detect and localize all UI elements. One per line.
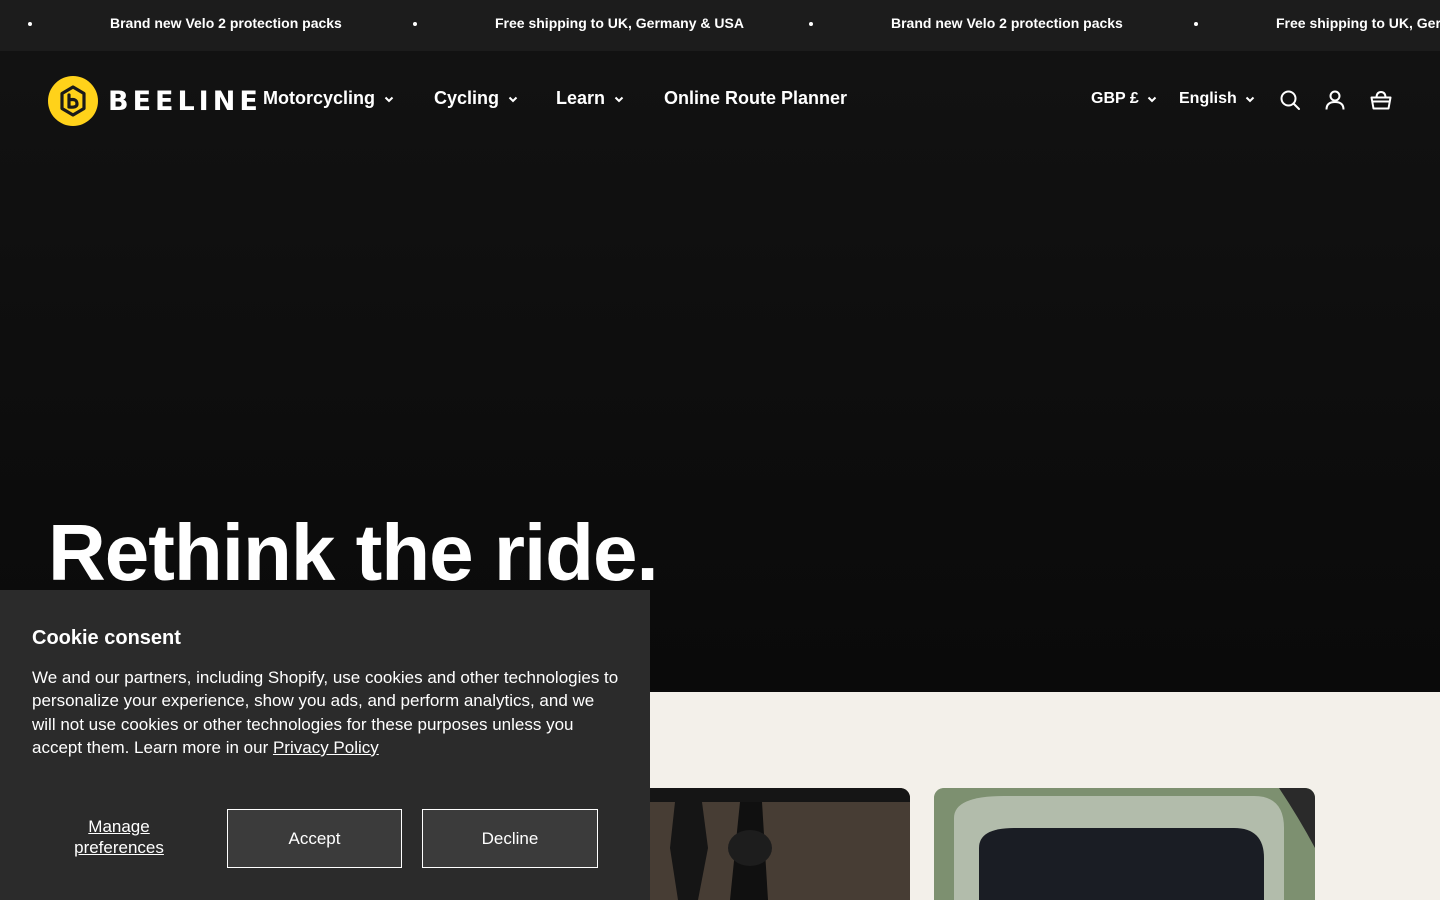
site-header: BEELINE Motorcycling Cycling Learn Onlin… bbox=[0, 51, 1440, 149]
nav-learn[interactable]: Learn bbox=[556, 88, 624, 109]
announcement-message[interactable]: Free shipping to UK, Germany & USA bbox=[495, 15, 744, 31]
announcement-message[interactable]: Free shipping to UK, Germany & USA bbox=[1276, 15, 1440, 31]
nav-label: Motorcycling bbox=[263, 88, 376, 108]
chevron-down-icon bbox=[384, 96, 394, 102]
chevron-down-icon bbox=[1147, 96, 1156, 103]
bullet bbox=[809, 22, 813, 26]
cart-icon[interactable] bbox=[1370, 89, 1392, 111]
nav-label: Online Route Planner bbox=[664, 88, 848, 108]
hero-title: Rethink the ride. bbox=[48, 508, 659, 597]
cookie-body: We and our partners, including Shopify, … bbox=[32, 666, 622, 759]
bullet bbox=[1194, 22, 1198, 26]
chevron-down-icon bbox=[508, 96, 518, 102]
currency-label: GBP £ bbox=[1091, 90, 1139, 107]
bullet bbox=[28, 22, 32, 26]
manage-preferences-button[interactable]: Manage preferences bbox=[48, 816, 190, 858]
language-label: English bbox=[1179, 90, 1237, 107]
nav-label: Cycling bbox=[434, 88, 500, 108]
privacy-policy-link[interactable]: Privacy Policy bbox=[273, 738, 379, 757]
nav-cycling[interactable]: Cycling bbox=[434, 88, 518, 109]
currency-selector[interactable]: GBP £ bbox=[1091, 90, 1157, 108]
chevron-down-icon bbox=[614, 96, 624, 102]
bullet bbox=[413, 22, 417, 26]
logo-text: BEELINE bbox=[108, 85, 262, 117]
cookie-consent-banner: Cookie consent We and our partners, incl… bbox=[0, 590, 650, 900]
chevron-down-icon bbox=[1245, 96, 1254, 103]
logo[interactable]: BEELINE bbox=[48, 76, 262, 126]
cookie-title: Cookie consent bbox=[32, 627, 181, 649]
decline-button[interactable]: Decline bbox=[422, 809, 598, 868]
accept-button[interactable]: Accept bbox=[227, 809, 402, 868]
product-card-image[interactable] bbox=[934, 788, 1315, 900]
account-icon[interactable] bbox=[1324, 89, 1346, 111]
announcement-bar: Brand new Velo 2 protection packs Free s… bbox=[0, 0, 1440, 51]
announcement-message[interactable]: Brand new Velo 2 protection packs bbox=[891, 15, 1123, 31]
beeline-logo-icon bbox=[48, 76, 98, 126]
announcement-message[interactable]: Brand new Velo 2 protection packs bbox=[110, 15, 342, 31]
search-icon[interactable] bbox=[1279, 89, 1301, 111]
nav-motorcycling[interactable]: Motorcycling bbox=[263, 88, 394, 109]
nav-online-route-planner[interactable]: Online Route Planner bbox=[664, 88, 847, 109]
protection-case-image bbox=[934, 788, 1315, 900]
language-selector[interactable]: English bbox=[1179, 90, 1255, 108]
nav-label: Learn bbox=[556, 88, 606, 108]
